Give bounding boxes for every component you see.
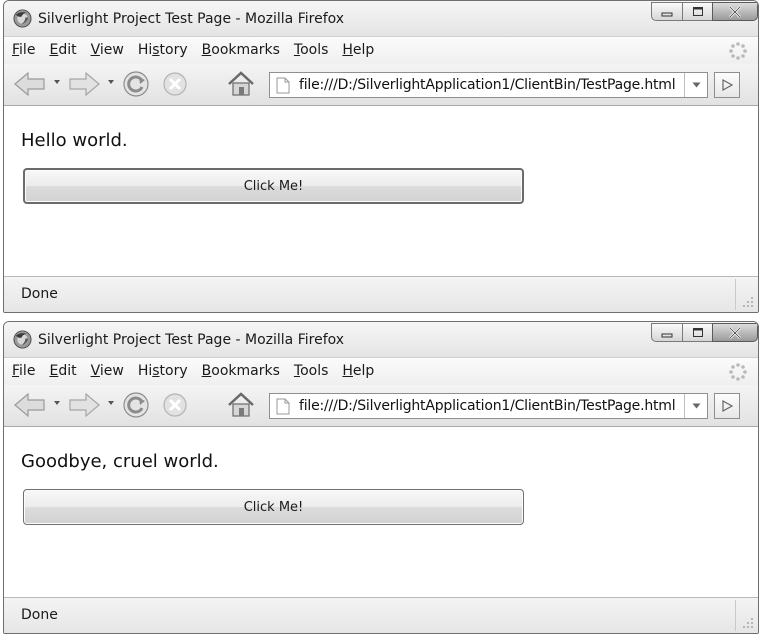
page-content: Hello world. Click Me! [4,106,758,277]
browser-window: Silverlight Project Test Page - Mozilla … [3,321,759,634]
url-history-dropdown[interactable] [684,394,707,418]
title-bar[interactable]: Silverlight Project Test Page - Mozilla … [4,322,758,357]
reload-icon[interactable] [121,69,151,99]
back-arrow-icon[interactable] [12,69,48,99]
caption-buttons [651,2,758,23]
stop-icon[interactable] [161,391,189,419]
maximize-icon [692,7,703,16]
url-text: file:///D:/SilverlightApplication1/Clien… [299,77,676,93]
title-bar[interactable]: Silverlight Project Test Page - Mozilla … [4,1,758,36]
close-icon [729,326,741,339]
url-history-dropdown[interactable] [684,73,707,97]
menu-history[interactable]: History [138,42,188,58]
forward-history-dropdown-icon[interactable] [107,78,115,86]
stop-icon[interactable] [161,70,189,98]
navigation-toolbar: file:///D:/SilverlightApplication1/Clien… [4,64,758,106]
menu-view[interactable]: View [91,363,124,379]
minimize-button[interactable] [651,2,683,21]
firefox-icon [13,9,32,28]
url-bar[interactable]: file:///D:/SilverlightApplication1/Clien… [269,393,708,419]
back-arrow-icon[interactable] [12,390,48,420]
resize-grip-icon[interactable] [739,614,755,630]
close-icon [729,5,741,18]
menu-tools[interactable]: Tools [294,363,329,379]
forward-arrow-icon[interactable] [66,390,102,420]
menu-bookmarks[interactable]: Bookmarks [202,42,280,58]
page-icon [276,77,290,94]
minimize-button[interactable] [651,323,683,342]
go-button[interactable] [714,393,740,419]
home-icon[interactable] [226,390,256,420]
page-icon [276,398,290,415]
menu-file[interactable]: File [12,42,35,58]
menu-view[interactable]: View [91,42,124,58]
minimize-icon [661,333,673,337]
menu-bookmarks[interactable]: Bookmarks [202,363,280,379]
resize-grip-icon[interactable] [739,293,755,309]
home-icon[interactable] [226,69,256,99]
menu-history[interactable]: History [138,363,188,379]
menu-edit[interactable]: Edit [49,363,76,379]
back-history-dropdown-icon[interactable] [53,399,61,407]
maximize-button[interactable] [682,323,713,342]
menu-edit[interactable]: Edit [49,42,76,58]
go-arrow-icon [722,400,733,412]
menu-bar: File Edit View History Bookmarks Tools H… [4,36,758,65]
menu-file[interactable]: File [12,363,35,379]
click-me-button[interactable]: Click Me! [23,489,524,525]
status-bar: Done [4,597,758,633]
url-bar[interactable]: file:///D:/SilverlightApplication1/Clien… [269,72,708,98]
caption-buttons [651,323,758,344]
page-content: Goodbye, cruel world. Click Me! [4,427,758,598]
message-text: Goodbye, cruel world. [21,451,219,472]
menu-bar: File Edit View History Bookmarks Tools H… [4,357,758,386]
forward-history-dropdown-icon[interactable] [107,399,115,407]
forward-arrow-icon[interactable] [66,69,102,99]
close-button[interactable] [712,2,758,21]
close-button[interactable] [712,323,758,342]
navigation-toolbar: file:///D:/SilverlightApplication1/Clien… [4,385,758,427]
status-text: Done [21,607,58,623]
status-divider [735,600,736,631]
message-text: Hello world. [21,130,128,151]
throbber-icon [729,42,747,60]
go-button[interactable] [714,72,740,98]
maximize-button[interactable] [682,2,713,21]
chevron-down-icon [692,82,700,88]
window-title: Silverlight Project Test Page - Mozilla … [38,11,345,27]
browser-window: Silverlight Project Test Page - Mozilla … [3,0,759,313]
menu-tools[interactable]: Tools [294,42,329,58]
firefox-icon [13,330,32,349]
window-title: Silverlight Project Test Page - Mozilla … [38,332,345,348]
throbber-icon [729,363,747,381]
maximize-icon [692,328,703,337]
menu-help[interactable]: Help [342,42,374,58]
status-text: Done [21,286,58,302]
go-arrow-icon [722,79,733,91]
minimize-icon [661,12,673,16]
reload-icon[interactable] [121,390,151,420]
menu-help[interactable]: Help [342,363,374,379]
url-text: file:///D:/SilverlightApplication1/Clien… [299,398,676,414]
chevron-down-icon [692,403,700,409]
status-bar: Done [4,276,758,312]
status-divider [735,279,736,310]
click-me-button[interactable]: Click Me! [23,168,524,204]
back-history-dropdown-icon[interactable] [53,78,61,86]
